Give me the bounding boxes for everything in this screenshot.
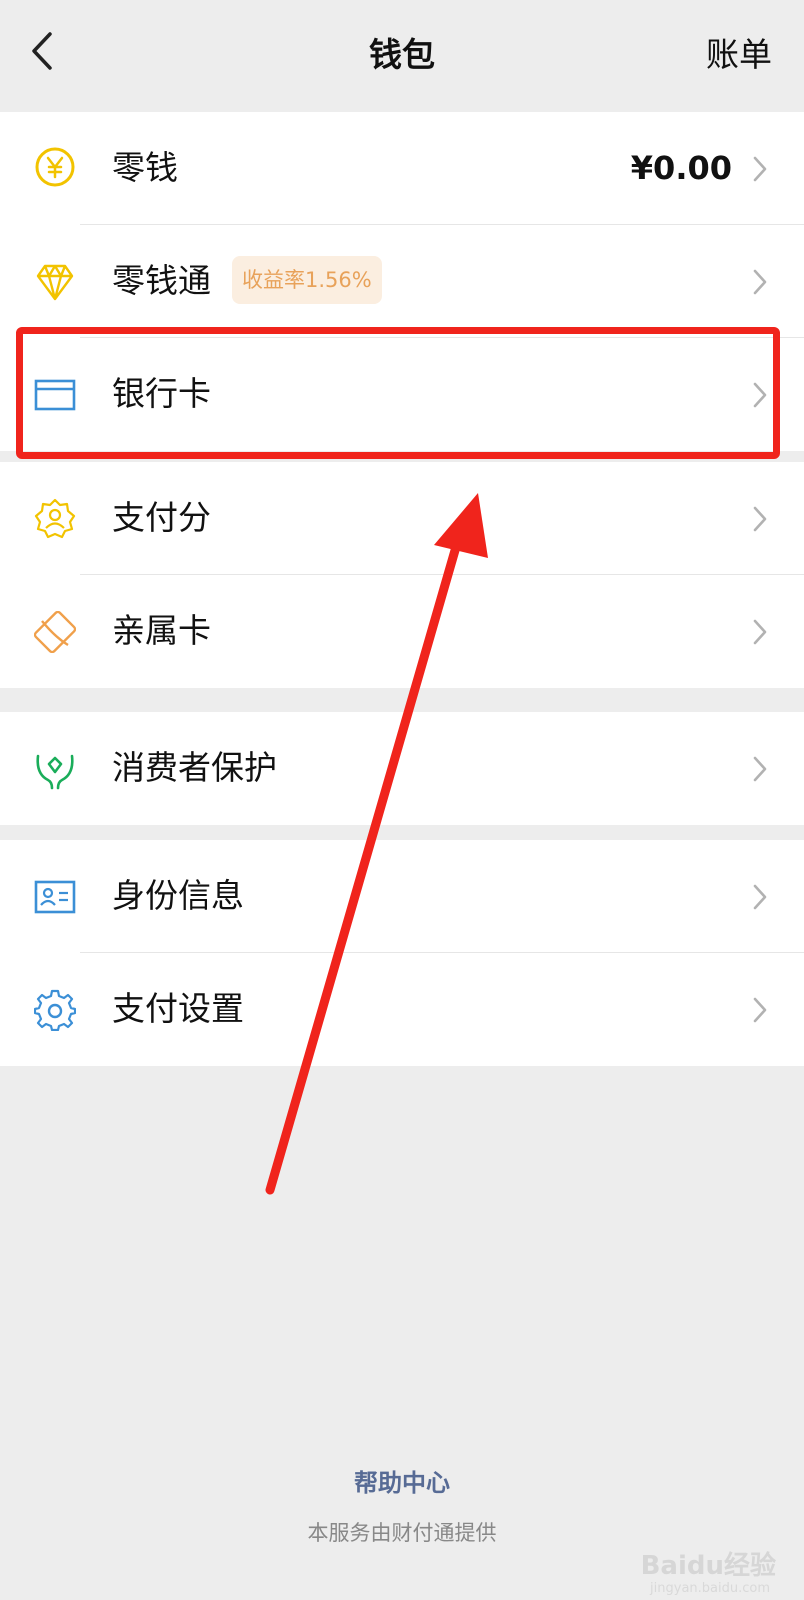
wallet-group-credit: 支付分 亲属卡 — [0, 462, 804, 688]
id-card-icon — [34, 880, 76, 914]
chevron-right-icon — [753, 156, 767, 182]
row-label: 身份信息 — [112, 876, 244, 915]
page-title: 钱包 — [369, 35, 435, 74]
row-consumer-protection[interactable]: 消费者保护 — [0, 712, 804, 825]
bills-button[interactable]: 账单 — [706, 28, 772, 76]
chevron-right-icon — [753, 756, 767, 782]
chevron-right-icon — [753, 884, 767, 910]
help-center-link[interactable]: 帮助中心 — [0, 1463, 804, 1498]
row-label: 支付分 — [112, 498, 211, 537]
row-family-card[interactable]: 亲属卡 — [0, 575, 804, 688]
wallet-group-settings: 身份信息 支付设置 — [0, 840, 804, 1066]
yuan-coin-icon — [35, 147, 75, 187]
row-label: 零钱 — [112, 148, 178, 187]
highlight-box — [16, 327, 780, 459]
balance-value: ¥0.00 — [630, 149, 732, 187]
yield-badge: 收益率1.56% — [232, 256, 382, 304]
row-label: 零钱通 — [112, 261, 211, 300]
top-bar: 钱包 账单 — [0, 0, 804, 112]
chevron-right-icon — [753, 997, 767, 1023]
chevron-right-icon — [753, 269, 767, 295]
row-payment-settings[interactable]: 支付设置 — [0, 953, 804, 1066]
family-card-icon — [34, 611, 76, 653]
diamond-icon — [36, 264, 74, 301]
row-change[interactable]: 零钱 ¥0.00 — [0, 112, 804, 225]
wallet-group-protection: 消费者保护 — [0, 712, 804, 825]
row-identity-info[interactable]: 身份信息 — [0, 840, 804, 953]
row-pay-score[interactable]: 支付分 — [0, 462, 804, 575]
settings-gear-icon — [34, 989, 76, 1031]
row-label: 亲属卡 — [112, 611, 211, 650]
row-lingqiantong[interactable]: 零钱通 收益率1.56% — [0, 225, 804, 338]
watermark-logo: Baidu经验 — [640, 1551, 776, 1581]
provider-note: 本服务由财付通提供 — [307, 1521, 497, 1545]
chevron-right-icon — [753, 506, 767, 532]
row-label: 支付设置 — [112, 989, 244, 1028]
chevron-right-icon — [753, 619, 767, 645]
pay-score-icon — [34, 498, 76, 539]
watermark-domain: jingyan.baidu.com — [650, 1581, 770, 1596]
consumer-protection-icon — [36, 754, 74, 790]
row-label: 消费者保护 — [112, 748, 277, 787]
